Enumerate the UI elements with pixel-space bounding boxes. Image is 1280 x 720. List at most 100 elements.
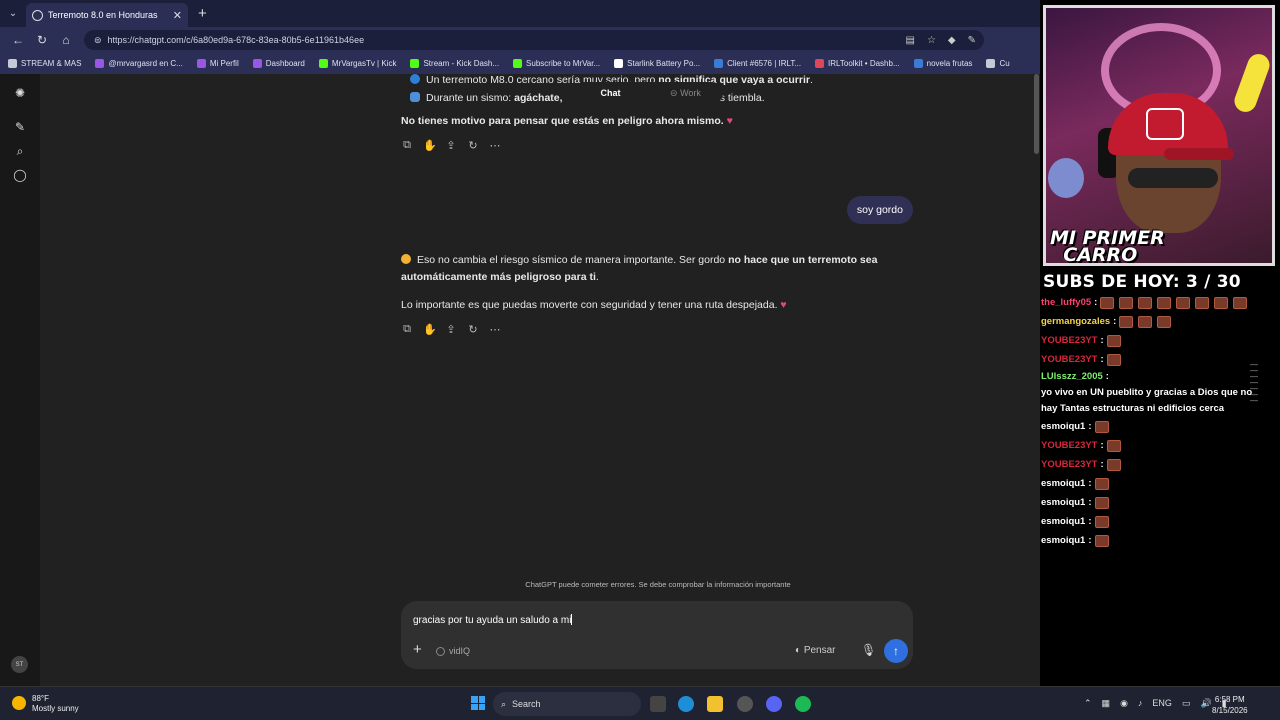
chat-message: YOUBE23YT:	[1041, 350, 1269, 369]
tab-bar: ⌄ Terremoto 8.0 en Honduras ✕ +	[0, 0, 1040, 27]
chat-username: YOUBE23YT	[1041, 439, 1098, 451]
tab-list-chevron-icon[interactable]: ⌄	[0, 0, 26, 27]
chat-bubble-icon[interactable]: ◯	[11, 166, 29, 184]
copy-icon[interactable]: ⧉	[401, 323, 413, 336]
search-icon[interactable]: ⌕	[11, 142, 29, 160]
bookmark-item[interactable]: MrVargasTv | Kick	[318, 59, 396, 68]
discord-icon[interactable]	[766, 696, 782, 712]
regenerate-icon[interactable]: ↻	[467, 139, 479, 152]
regenerate-icon[interactable]: ↻	[467, 323, 479, 336]
bookmark-item[interactable]: Mi Perfil	[196, 59, 239, 68]
tray-chevron-icon[interactable]: ⌃	[1084, 698, 1092, 709]
chat-username: YOUBE23YT	[1041, 458, 1098, 470]
reassure-line: No tienes motivo para pensar que estás e…	[401, 115, 733, 127]
bookmark-item[interactable]: STREAM & MAS	[8, 59, 81, 68]
bookmark-item[interactable]: IRLToolkit • Dashb...	[815, 59, 900, 68]
bookmarks-bar: STREAM & MAS @mrvargasrd en C... Mi Perfil…	[0, 53, 1040, 74]
chat-separator: :	[1088, 420, 1092, 432]
location-icon[interactable]: ◉	[1120, 698, 1128, 709]
message-composer[interactable]: gracias por tu ayuda un saludo a mi + vi…	[401, 601, 913, 669]
tab-active[interactable]: Terremoto 8.0 en Honduras ✕	[26, 3, 188, 27]
subs-counter: SUBS DE HOY: 3 / 30	[1043, 272, 1241, 292]
cap-brim	[1164, 148, 1234, 160]
bookmark-favicon-icon	[410, 59, 420, 68]
more-options-icon[interactable]: ⋯	[489, 323, 501, 336]
scrollbar-thumb[interactable]	[1034, 74, 1039, 154]
bookmark-item[interactable]: Subscribe to MrVar...	[513, 59, 600, 68]
mic-tray-icon[interactable]: ♪	[1138, 698, 1143, 709]
home-icon[interactable]: ⌂	[54, 33, 78, 47]
feedback-icon[interactable]: ✋	[423, 139, 437, 152]
reader-mode-icon[interactable]: ▤	[905, 35, 914, 46]
openai-logo-icon[interactable]: ✺	[11, 84, 29, 102]
bookmark-item[interactable]: Cu	[986, 59, 1010, 68]
bookmark-favicon-icon	[714, 59, 724, 68]
clock[interactable]: 6:58 PM 8/15/2026	[1212, 694, 1248, 716]
emote-icon	[1176, 296, 1191, 309]
chat-separator: :	[1100, 439, 1104, 451]
bookmark-label: Starlink Battery Po...	[627, 59, 701, 68]
pen-extension-icon[interactable]: ✎	[968, 35, 976, 46]
spotify-icon[interactable]	[795, 696, 811, 712]
network-icon[interactable]: ▭	[1182, 698, 1191, 709]
task-view-icon[interactable]	[650, 696, 666, 712]
weather-text: Mostly sunny	[32, 704, 79, 713]
share-icon[interactable]: ⇪	[445, 323, 457, 336]
more-options-icon[interactable]: ⋯	[489, 139, 501, 152]
think-button[interactable]: ◐ Pensar	[795, 645, 836, 656]
vidiq-label: vidIQ	[449, 646, 471, 656]
tab-title: Terremoto 8.0 en Honduras	[48, 10, 158, 20]
close-tab-icon[interactable]: ✕	[173, 9, 182, 22]
windows-start-icon[interactable]	[471, 696, 485, 710]
assistant-actions-2: ⧉ ✋ ⇪ ↻ ⋯	[401, 323, 501, 336]
user-avatar[interactable]: ST	[11, 656, 28, 673]
chat-message: LUIsszz_2005: yo vivo en UN pueblito y gr…	[1041, 369, 1269, 417]
bookmark-item[interactable]: @mrvargasrd en C...	[95, 59, 183, 68]
bookmark-favicon-icon	[913, 59, 923, 68]
lock-icon: ⊝	[670, 87, 681, 98]
taskbar-search[interactable]: ⌕ Search	[493, 692, 641, 716]
copy-icon[interactable]: ⧉	[401, 139, 413, 152]
url-bar[interactable]: ⊜ https://chatgpt.com/c/6a80ed9a-678c-83…	[84, 30, 984, 50]
bookmark-label: Stream - Kick Dash...	[423, 59, 500, 68]
chat-message: YOUBE23YT:	[1041, 455, 1269, 474]
extension-diamond-icon[interactable]: ◆	[948, 35, 956, 46]
webcam-overlay: MI PRIMER CARRO	[1043, 5, 1275, 266]
page-scrollbar[interactable]	[1032, 74, 1040, 686]
feedback-icon[interactable]: ✋	[423, 323, 437, 336]
new-tab-plus-icon[interactable]: +	[198, 5, 207, 22]
work-mode-tab[interactable]: ⊝ Work	[648, 88, 723, 99]
url-text: https://chatgpt.com/c/6a80ed9a-678c-83ea…	[107, 35, 365, 45]
microphone-icon[interactable]: 🎙	[861, 643, 876, 657]
edge-browser-icon[interactable]	[678, 696, 694, 712]
favorite-star-icon[interactable]: ☆	[927, 35, 936, 46]
chat-message: esmoiqu1:	[1041, 493, 1269, 512]
volume-icon[interactable]: 🔊	[1200, 698, 1211, 709]
bookmark-item[interactable]: Dashboard	[252, 59, 305, 68]
chat-work-toggle[interactable]: Chat ⊝ Work	[573, 82, 723, 104]
bookmark-favicon-icon	[95, 59, 105, 68]
new-chat-icon[interactable]: ✎	[11, 118, 29, 136]
composer-input[interactable]: gracias por tu ayuda un saludo a mi	[413, 614, 573, 626]
tray-app-icon[interactable]: ▦	[1102, 698, 1111, 709]
add-attachment-plus-icon[interactable]: +	[413, 641, 422, 658]
bookmark-item[interactable]: Stream - Kick Dash...	[410, 59, 499, 68]
cam-label-line-2: CARRO	[1063, 244, 1138, 266]
bookmark-item[interactable]: novela frutas	[913, 59, 972, 68]
chat-separator: :	[1105, 371, 1109, 382]
obs-icon[interactable]	[737, 696, 753, 712]
file-explorer-icon[interactable]	[707, 696, 723, 712]
bookmark-label: IRLToolkit • Dashb...	[828, 59, 900, 68]
share-icon[interactable]: ⇪	[445, 139, 457, 152]
reload-icon[interactable]: ↻	[30, 33, 54, 47]
bookmark-item[interactable]: Starlink Battery Po...	[614, 59, 700, 68]
back-arrow-icon[interactable]: ←	[6, 33, 30, 47]
bookmark-item[interactable]: Client #6576 | IRLT...	[714, 59, 801, 68]
chat-mode-tab[interactable]: Chat	[573, 88, 648, 98]
language-indicator[interactable]: ENG	[1152, 698, 1172, 709]
vidiq-button[interactable]: vidIQ	[436, 646, 470, 656]
weather-widget[interactable]: 88°F Mostly sunny	[12, 694, 79, 714]
sun-icon	[12, 696, 26, 710]
reply-text-2: Lo importante es que puedas moverte con …	[401, 299, 778, 311]
send-arrow-button[interactable]: ↑	[884, 639, 908, 663]
